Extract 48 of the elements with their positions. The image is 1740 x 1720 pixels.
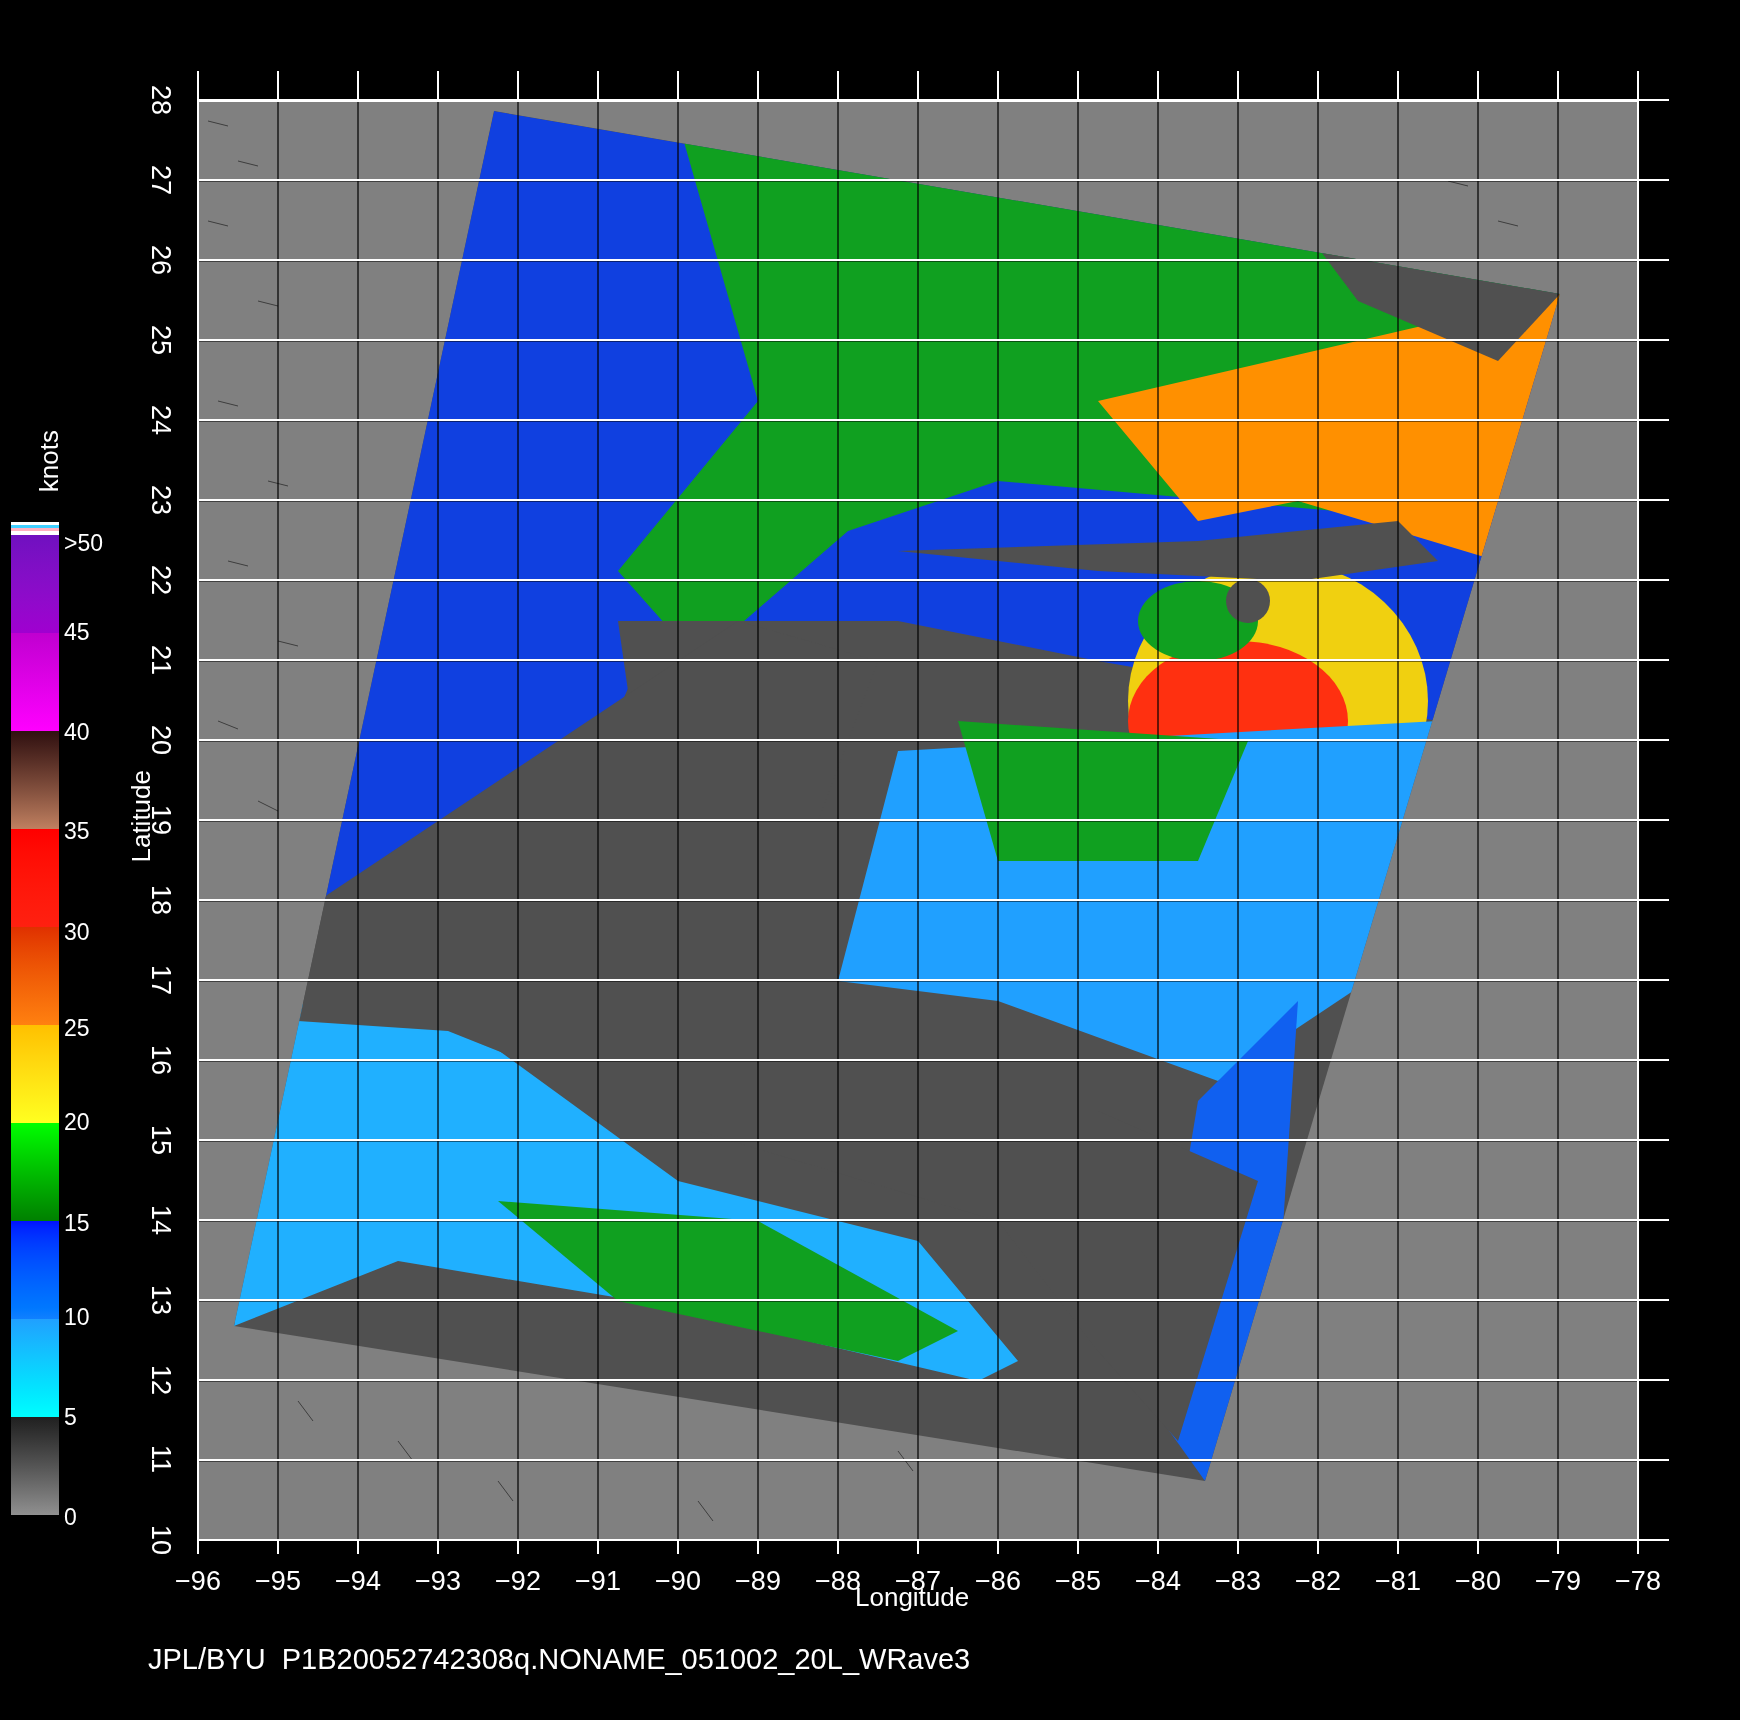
y-tick-label: 11 bbox=[147, 1445, 174, 1474]
y-tick-label: 25 bbox=[147, 325, 174, 356]
x-tick-label: −93 bbox=[414, 1568, 462, 1595]
y-tick-label: 21 bbox=[147, 645, 174, 676]
x-tick-label: −82 bbox=[1294, 1568, 1342, 1595]
y-tick-label: 23 bbox=[147, 485, 174, 516]
x-tick-label: −92 bbox=[494, 1568, 542, 1595]
x-tick-label: −78 bbox=[1614, 1568, 1662, 1595]
y-tick-label: 16 bbox=[147, 1045, 174, 1076]
x-tick-label: −84 bbox=[1134, 1568, 1182, 1595]
y-tick-label: 22 bbox=[147, 565, 174, 596]
y-tick-label: 10 bbox=[147, 1525, 174, 1556]
x-tick-label: −85 bbox=[1054, 1568, 1102, 1595]
scale-label: 10 bbox=[64, 1306, 90, 1329]
y-tick-label: 20 bbox=[147, 725, 174, 756]
y-tick-label: 12 bbox=[147, 1365, 174, 1396]
scale-label: 35 bbox=[64, 820, 90, 843]
y-tick-label: 14 bbox=[147, 1205, 174, 1236]
y-tick-label: 15 bbox=[147, 1125, 174, 1156]
y-tick-label: 26 bbox=[147, 245, 174, 276]
scale-label: 15 bbox=[64, 1212, 90, 1235]
scale-label: 0 bbox=[64, 1506, 77, 1529]
scale-label: 40 bbox=[64, 721, 90, 744]
x-tick-label: −89 bbox=[734, 1568, 782, 1595]
x-tick-label: −90 bbox=[654, 1568, 702, 1595]
scale-label: 30 bbox=[64, 921, 90, 944]
y-tick-label: 24 bbox=[147, 405, 174, 436]
x-tick-label: −86 bbox=[974, 1568, 1022, 1595]
y-tick-label: 27 bbox=[147, 165, 174, 196]
y-tick-label: 17 bbox=[147, 965, 174, 996]
file-caption: JPL/BYU P1B20052742308q.NONAME_051002_20L_WRave3 bbox=[148, 1645, 971, 1674]
scale-label: >50 bbox=[64, 532, 103, 555]
x-tick-label: −95 bbox=[254, 1568, 302, 1595]
y-tick-label: 13 bbox=[147, 1285, 174, 1316]
x-tick-label: −96 bbox=[174, 1568, 222, 1595]
scale-label: 25 bbox=[64, 1017, 90, 1040]
x-tick-label: −91 bbox=[574, 1568, 622, 1595]
y-tick-label: 28 bbox=[147, 85, 174, 116]
x-tick-label: −79 bbox=[1534, 1568, 1582, 1595]
x-tick-label: −94 bbox=[334, 1568, 382, 1595]
y-tick-label: 18 bbox=[147, 885, 174, 916]
x-tick-label: −80 bbox=[1454, 1568, 1502, 1595]
scale-label: 5 bbox=[64, 1406, 77, 1429]
scale-label: 20 bbox=[64, 1111, 90, 1134]
x-tick-label: −81 bbox=[1374, 1568, 1422, 1595]
scale-label: 45 bbox=[64, 621, 90, 644]
color-scale-title: knots bbox=[36, 430, 62, 493]
x-tick-label: −83 bbox=[1214, 1568, 1262, 1595]
